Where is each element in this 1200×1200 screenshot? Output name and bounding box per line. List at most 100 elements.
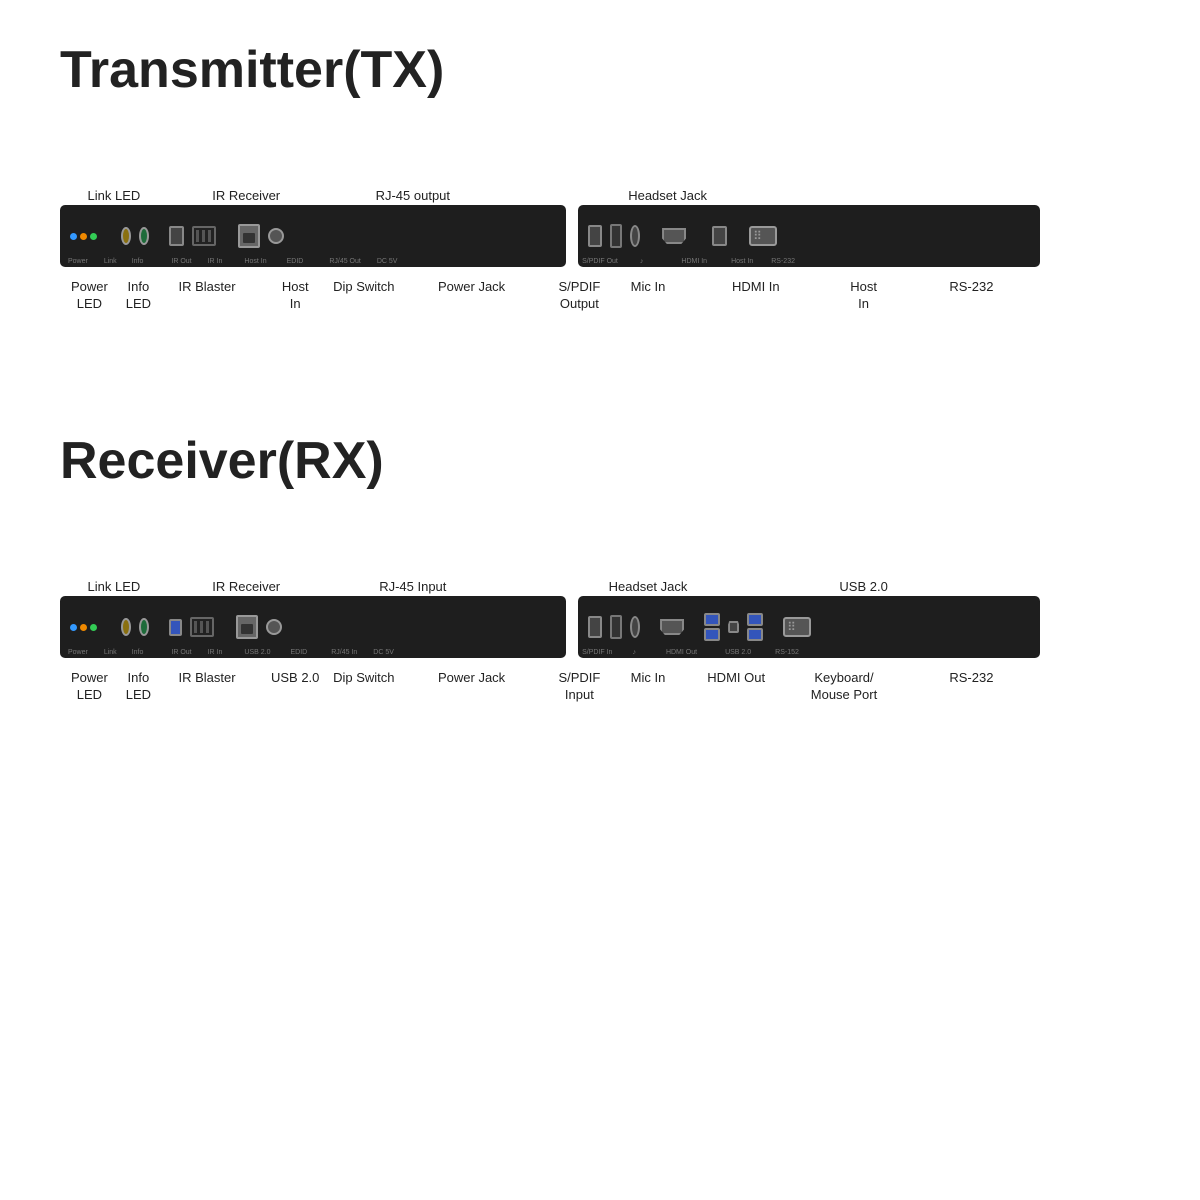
rx-spdif-switch <box>588 616 602 638</box>
tx-sublabel-rj45out: RJ/45 Out <box>329 258 361 265</box>
rx-bot-rs232: RS-232 <box>949 670 993 687</box>
rx-bot-mic-in: Mic In <box>631 670 666 687</box>
rx-right-strip: S/PDIF In ♪ HDMI Out USB 2.0 RS-152 <box>578 596 1040 658</box>
rx-sublabel-edid: EDID <box>290 649 307 656</box>
tx-sublabel-info: Info <box>132 258 144 265</box>
tx-ir-in-port <box>139 227 149 245</box>
rx-bottom-labels: PowerLED InfoLED IR Blaster USB 2.0 Dip … <box>60 662 1040 762</box>
rx-usb-a2-top <box>747 613 763 626</box>
tx-right-sublabels: S/PDIF Out ♪ HDMI In Host In RS-232 <box>582 258 795 265</box>
rx-right-sublabels: S/PDIF In ♪ HDMI Out USB 2.0 RS-152 <box>582 649 799 656</box>
rx-bot-info-led: InfoLED <box>126 670 151 704</box>
tx-rs232-port <box>749 226 777 246</box>
rx-usb-stack2 <box>747 613 763 641</box>
rx-sublabel-rs232: RS-152 <box>775 649 799 656</box>
tx-leds <box>70 233 97 240</box>
transmitter-title: Transmitter(TX) <box>60 40 1040 100</box>
tx-sublabel-micin: ♪ <box>640 258 644 265</box>
rx-dip-switch <box>190 617 214 637</box>
tx-host-in-port <box>169 226 184 246</box>
tx-top-labels: Link LED IR Receiver RJ-45 output Headse… <box>60 130 1040 205</box>
tx-label-headset-jack-top: Headset Jack <box>628 188 707 205</box>
tx-bottom-labels: PowerLED InfoLED IR Blaster HostIn Dip S… <box>60 271 1040 371</box>
rx-leds <box>70 624 97 631</box>
tx-sublabel-irout: IR Out <box>171 258 191 265</box>
rx-top-labels: Link LED IR Receiver RJ-45 Input Headset… <box>60 521 1040 596</box>
tx-bot-hdmi-in: HDMI In <box>732 279 780 296</box>
tx-left-strip: Power Link Info IR Out IR In Host In EDI… <box>60 205 566 267</box>
tx-bot-spdif-out: S/PDIFOutput <box>558 279 600 313</box>
tx-bot-power-led: PowerLED <box>71 279 108 313</box>
rx-bot-usb20: USB 2.0 <box>271 670 319 687</box>
tx-info-led <box>90 233 97 240</box>
rx-usb20-port <box>169 619 182 636</box>
rx-usb-a2-bottom <box>747 628 763 641</box>
transmitter-section: Transmitter(TX) Link LED IR Receiver RJ-… <box>60 40 1040 371</box>
rx-bot-power-led: PowerLED <box>71 670 108 704</box>
tx-bot-power-jack: Power Jack <box>438 279 505 296</box>
tx-sublabel-dc5v: DC 5V <box>377 258 398 265</box>
rx-label-rj45-input: RJ-45 Input <box>379 579 446 596</box>
tx-dc-jack <box>268 228 284 244</box>
rx-spdif-in-port <box>610 615 622 639</box>
rx-left-strip: Power Link Info IR Out IR In USB 2.0 EDI… <box>60 596 566 658</box>
rx-device-strips: Power Link Info IR Out IR In USB 2.0 EDI… <box>60 596 1040 658</box>
tx-power-led <box>70 233 77 240</box>
rx-mini-usb-port <box>728 621 739 633</box>
tx-bot-ir-blaster: IR Blaster <box>178 279 235 296</box>
tx-label-link-led: Link LED <box>88 188 141 205</box>
rx-ir-out-port <box>121 618 131 636</box>
tx-sublabel-edid: EDID <box>287 258 304 265</box>
rx-bot-keyboard-mouse: Keyboard/Mouse Port <box>811 670 877 704</box>
tx-sublabel-hostin-r: Host In <box>731 258 753 265</box>
rx-label-ir-receiver: IR Receiver <box>212 579 280 596</box>
rx-sublabel-hdmiout: HDMI Out <box>666 649 697 656</box>
tx-link-led <box>80 233 87 240</box>
rx-power-led <box>70 624 77 631</box>
rx-sublabel-usb20-r: USB 2.0 <box>725 649 751 656</box>
tx-bot-host-in-r: HostIn <box>850 279 877 313</box>
tx-sublabel-irin: IR In <box>208 258 223 265</box>
tx-bot-mic-in: Mic In <box>631 279 666 296</box>
receiver-section: Receiver(RX) Link LED IR Receiver RJ-45 … <box>60 431 1040 762</box>
rx-headphone-jack <box>630 616 640 638</box>
tx-diagram: Link LED IR Receiver RJ-45 output Headse… <box>60 130 1040 371</box>
rx-sublabel-irout: IR Out <box>171 649 191 656</box>
rx-info-led <box>90 624 97 631</box>
rx-hdmi-out-port <box>660 619 684 635</box>
rx-sublabel-dc: DC 5V <box>373 649 394 656</box>
rx-usb-a-top <box>704 613 720 626</box>
rx-label-headset-jack: Headset Jack <box>609 579 688 596</box>
tx-sublabel-spdifout: S/PDIF Out <box>582 258 618 265</box>
tx-bot-dip-switch: Dip Switch <box>333 279 394 296</box>
tx-host-in-right-port <box>712 226 727 246</box>
tx-ir-out-port <box>121 227 131 245</box>
tx-port-sublabels: Power Link Info IR Out IR In Host In EDI… <box>68 258 397 265</box>
rx-sublabel-irin: IR In <box>208 649 223 656</box>
tx-right-strip: S/PDIF Out ♪ HDMI In Host In RS-232 <box>578 205 1040 267</box>
tx-sublabel-hdmiin: HDMI In <box>681 258 707 265</box>
rx-bot-dip-switch: Dip Switch <box>333 670 394 687</box>
rx-label-link-led: Link LED <box>88 579 141 596</box>
rx-bot-spdif-in: S/PDIFInput <box>558 670 600 704</box>
tx-device-strips: Power Link Info IR Out IR In Host In EDI… <box>60 205 1040 267</box>
tx-sublabel-link: Link <box>104 258 117 265</box>
tx-bot-host-in: HostIn <box>282 279 309 313</box>
rx-ir-in-port <box>139 618 149 636</box>
tx-label-ir-receiver: IR Receiver <box>212 188 280 205</box>
tx-dip-switch <box>192 226 216 246</box>
rx-sublabel-link: Link <box>104 649 117 656</box>
rx-rs232-port <box>783 617 811 637</box>
rx-link-led <box>80 624 87 631</box>
tx-spdif-out-port <box>610 224 622 248</box>
tx-headphone-jack <box>630 225 640 247</box>
rx-usb-a-bottom <box>704 628 720 641</box>
tx-rj45-port <box>238 224 260 248</box>
tx-label-rj45-output: RJ-45 output <box>376 188 450 205</box>
rx-dc-jack <box>266 619 282 635</box>
rx-bot-ir-blaster: IR Blaster <box>178 670 235 687</box>
rx-label-usb20: USB 2.0 <box>839 579 887 596</box>
rx-rj45-port <box>236 615 258 639</box>
rx-sublabel-info: Info <box>132 649 144 656</box>
rx-sublabel-power: Power <box>68 649 88 656</box>
